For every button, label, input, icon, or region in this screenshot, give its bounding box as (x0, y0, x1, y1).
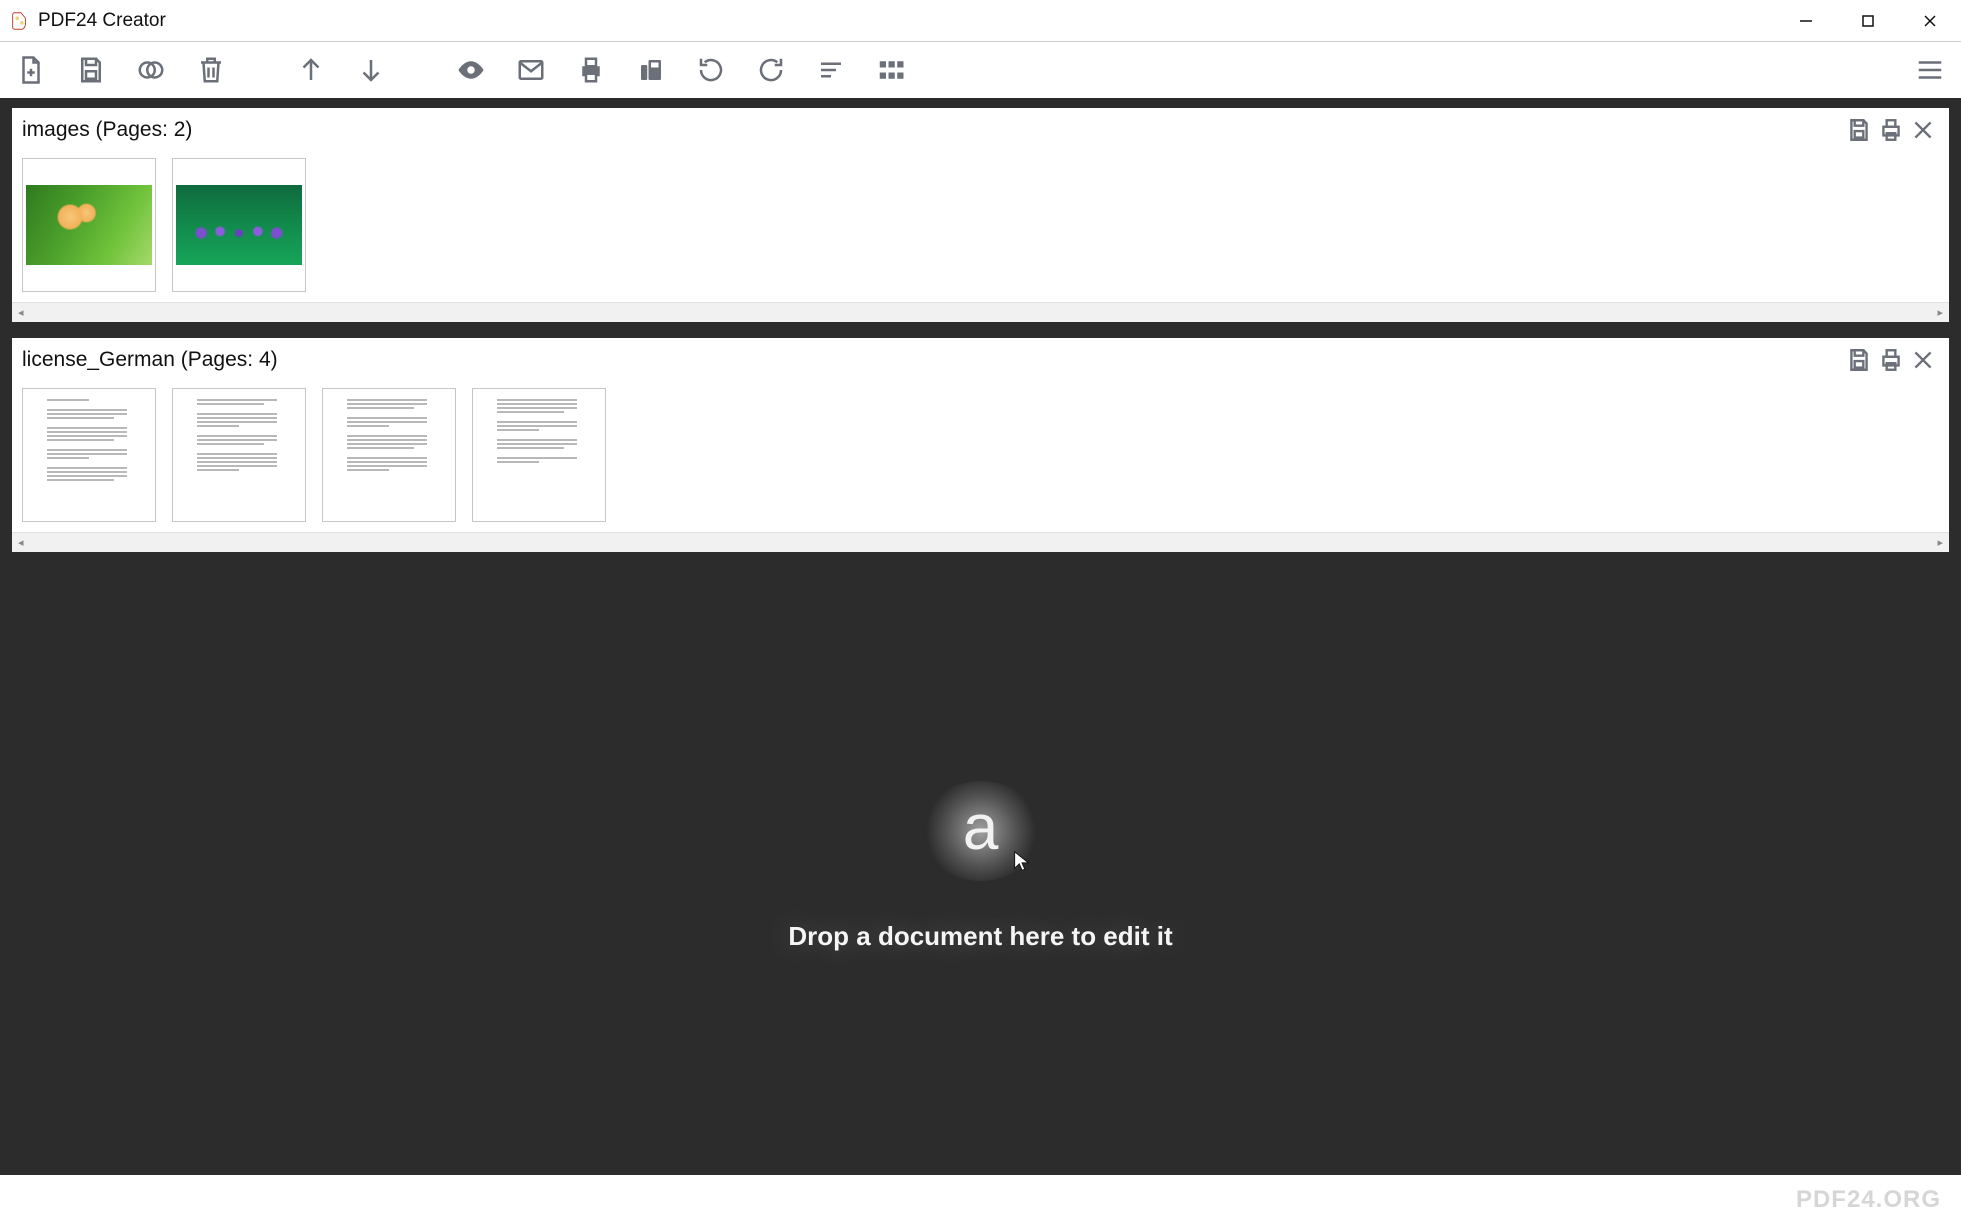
document-close-button[interactable] (1907, 344, 1939, 376)
dropzone-text: Drop a document here to edit it (788, 921, 1172, 952)
scroll-right-icon[interactable]: ▸ (1937, 536, 1943, 549)
cursor-icon (1011, 850, 1033, 877)
merge-button[interactable] (132, 51, 170, 89)
document-save-button[interactable] (1843, 344, 1875, 376)
text-page-preview (39, 393, 139, 518)
window-minimize-button[interactable] (1775, 0, 1837, 42)
text-page-preview (489, 393, 589, 518)
document-title: license_German (Pages: 4) (22, 348, 278, 372)
document-title: images (Pages: 2) (22, 118, 192, 142)
page-thumbnail[interactable] (472, 388, 606, 522)
grid-button[interactable] (872, 51, 910, 89)
document-pages (12, 378, 1949, 532)
document-panel[interactable]: license_German (Pages: 4) (12, 338, 1949, 552)
image-preview (176, 185, 302, 265)
scroll-left-icon[interactable]: ◂ (18, 306, 24, 319)
move-down-button[interactable] (352, 51, 390, 89)
page-thumbnail[interactable] (22, 388, 156, 522)
footer: PDF24.ORG (0, 1175, 1961, 1225)
drop-glyph: a (963, 790, 999, 864)
print-button[interactable] (572, 51, 610, 89)
document-scrollbar[interactable]: ◂ ▸ (12, 532, 1949, 552)
window-maximize-button[interactable] (1837, 0, 1899, 42)
titlebar: PDF24 Creator (0, 0, 1961, 42)
scroll-left-icon[interactable]: ◂ (18, 536, 24, 549)
dropzone[interactable]: a Drop a document here to edit it (12, 568, 1949, 1165)
document-panel[interactable]: images (Pages: 2) ◂ ▸ (12, 108, 1949, 322)
sort-button[interactable] (812, 51, 850, 89)
preview-button[interactable] (452, 51, 490, 89)
scroll-right-icon[interactable]: ▸ (1937, 306, 1943, 319)
document-pages (12, 148, 1949, 302)
drop-orb-icon: a (921, 781, 1041, 881)
image-preview (26, 185, 152, 265)
window-close-button[interactable] (1899, 0, 1961, 42)
toolbar (0, 42, 1961, 98)
app-title: PDF24 Creator (38, 10, 166, 32)
email-button[interactable] (512, 51, 550, 89)
save-button[interactable] (72, 51, 110, 89)
page-thumbnail[interactable] (172, 388, 306, 522)
app-icon (8, 9, 32, 33)
rotate-cw-button[interactable] (752, 51, 790, 89)
move-up-button[interactable] (292, 51, 330, 89)
document-header: license_German (Pages: 4) (12, 338, 1949, 378)
document-header: images (Pages: 2) (12, 108, 1949, 148)
document-save-button[interactable] (1843, 114, 1875, 146)
fax-button[interactable] (632, 51, 670, 89)
workspace: images (Pages: 2) ◂ ▸ (0, 98, 1961, 1175)
page-thumbnail[interactable] (172, 158, 306, 292)
delete-button[interactable] (192, 51, 230, 89)
rotate-ccw-button[interactable] (692, 51, 730, 89)
document-print-button[interactable] (1875, 344, 1907, 376)
text-page-preview (189, 393, 289, 518)
menu-button[interactable] (1911, 51, 1949, 89)
page-thumbnail[interactable] (322, 388, 456, 522)
text-page-preview (339, 393, 439, 518)
page-thumbnail[interactable] (22, 158, 156, 292)
document-close-button[interactable] (1907, 114, 1939, 146)
footer-brand: PDF24.ORG (1796, 1186, 1941, 1214)
new-file-button[interactable] (12, 51, 50, 89)
document-print-button[interactable] (1875, 114, 1907, 146)
document-scrollbar[interactable]: ◂ ▸ (12, 302, 1949, 322)
